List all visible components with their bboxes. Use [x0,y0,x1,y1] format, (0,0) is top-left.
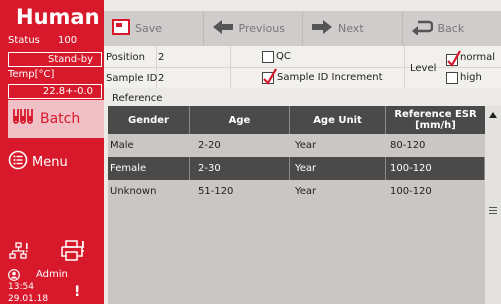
temperature-label: Temp[°C] [8,69,55,80]
save-icon [112,19,135,38]
cell-reference-esr: 100-120 [390,186,432,197]
scroll-up-arrow-icon[interactable] [485,108,501,122]
sidebar-item-batch-label: Batch [40,111,81,127]
save-label: Save [135,22,163,35]
sample-id-increment-checkbox[interactable] [262,68,277,85]
cell-reference-esr: 100-120 [388,157,485,180]
save-button[interactable]: Save [104,11,204,46]
sidebar-item-batch[interactable]: Batch [8,100,104,138]
next-label: Next [338,22,364,35]
table-row[interactable]: Female 2-30 Year 100-120 [108,157,485,180]
cell-gender: Female [108,157,190,180]
app-window: Human Status 100 Stand-by Temp[°C] 22.8+… [0,0,501,304]
checkmark-icon [263,68,277,85]
position-field[interactable]: 2 [158,52,164,63]
sidebar-item-menu[interactable]: Menu [8,150,104,174]
reference-section-label: Reference [112,93,163,104]
sidebar: Human Status 100 Stand-by Temp[°C] 22.8+… [0,0,104,304]
printer-warning-icon[interactable] [60,240,86,265]
table-row[interactable]: Unknown 51-120 Year 100-120 [108,180,485,203]
table-row[interactable]: Male 2-20 Year 80-120 [108,134,485,157]
cell-age-unit: Year [295,140,317,151]
cell-gender: Male [110,140,134,151]
cell-age: 51-120 [198,186,234,197]
cell-age-unit: Year [295,186,317,197]
sample-id-label: Sample ID [106,73,158,84]
status-value: Stand-by [8,52,102,67]
normal-level-label: normal [460,52,496,63]
column-header-reference-esr-unit: [mm/h] [415,120,456,131]
normal-level-checkbox[interactable] [446,50,461,67]
sidebar-item-menu-label: Menu [32,154,68,170]
level-label: Level [410,63,437,74]
network-warning-icon[interactable] [8,242,30,263]
alert-icon[interactable]: ! [74,284,80,300]
back-label: Back [437,22,465,35]
form-divider [104,67,501,68]
qc-label: QC [276,51,291,62]
cell-age: 2-20 [198,140,221,151]
test-tubes-icon [12,108,40,130]
qc-checkbox[interactable] [262,51,274,63]
sidebar-footer: Admin 13:54 29.01.18 ! [8,240,104,304]
arrow-right-icon [311,19,338,38]
high-level-checkbox[interactable] [446,72,458,84]
column-header-age-unit[interactable]: Age Unit [290,106,386,134]
user-name: Admin [36,269,68,280]
return-arrow-icon [411,19,438,38]
menu-list-icon [8,150,32,174]
sample-id-increment-label: Sample ID Increment [277,72,383,83]
cell-age-unit: Year [293,157,386,180]
logo: Human [16,5,100,29]
status-code: 100 [58,35,78,46]
column-header-reference-esr[interactable]: Reference ESR [mm/h] [386,106,485,134]
cell-reference-esr: 80-120 [390,140,426,151]
scroll-grip-icon[interactable] [489,204,497,217]
back-button[interactable]: Back [403,11,501,46]
column-header-gender[interactable]: Gender [108,106,190,134]
form-divider [230,46,231,88]
sample-id-field[interactable]: 2 [158,73,164,84]
status-label: Status [8,35,40,46]
column-header-age[interactable]: Age [190,106,290,134]
cell-gender: Unknown [110,186,157,197]
clock-date: 29.01.18 [8,294,49,304]
cell-age: 2-30 [196,157,290,180]
form-divider [404,46,405,88]
column-header-reference-esr-title: Reference ESR [394,109,477,120]
next-button[interactable]: Next [303,11,403,46]
previous-label: Previous [238,22,286,35]
toolbar: Save Previous Next Back [104,11,501,46]
previous-button[interactable]: Previous [204,11,303,46]
sample-form: Position 2 Sample ID 2 QC Sample ID Incr… [104,46,501,88]
temperature-value: 22.8+-0.0 [8,84,102,99]
table-scrollbar[interactable] [485,106,501,304]
arrow-left-icon [212,19,239,38]
high-level-label: high [460,72,482,83]
table-header: Gender Age Age Unit Reference ESR [mm/h] [108,106,485,134]
clock-time: 13:54 [8,282,34,292]
position-label: Position [106,52,145,63]
reference-table: Gender Age Age Unit Reference ESR [mm/h]… [108,106,485,304]
